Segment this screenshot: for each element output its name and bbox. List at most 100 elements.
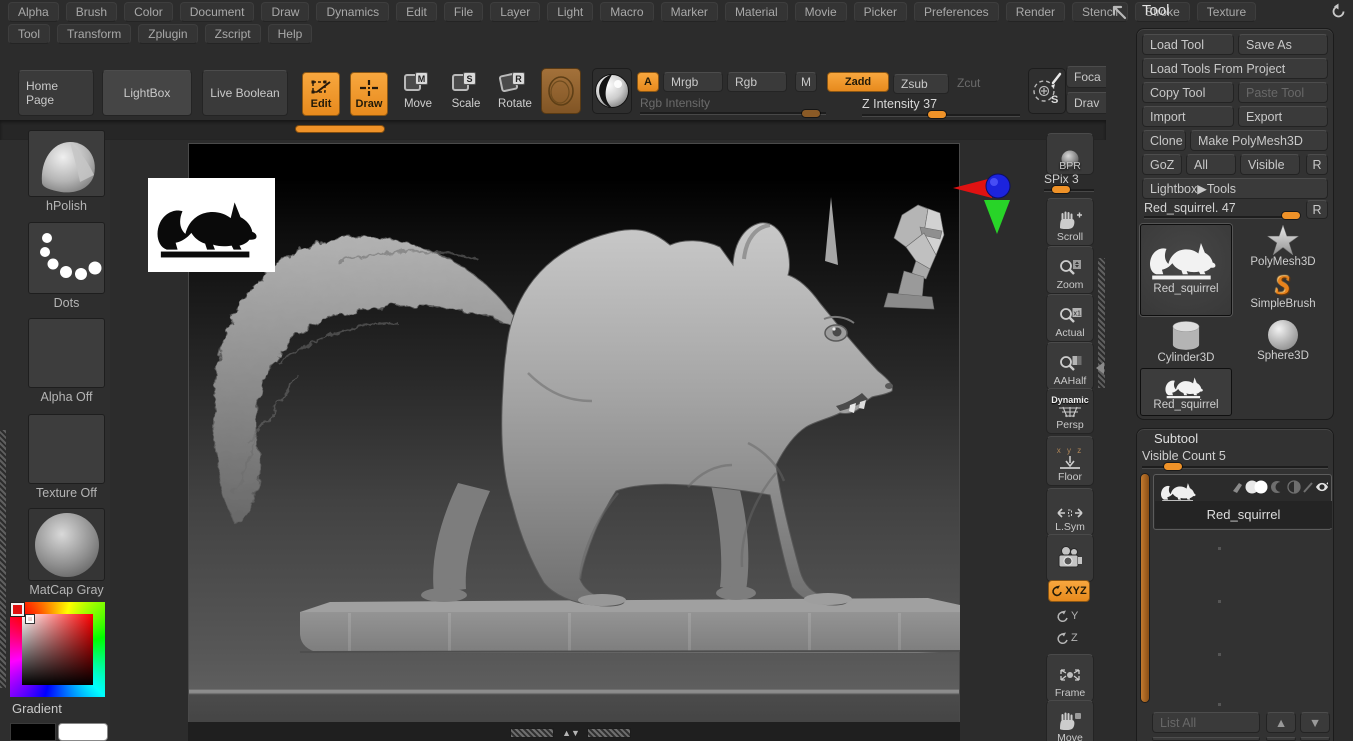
- canvas-hscroll-right[interactable]: [587, 728, 631, 738]
- tool-item-red-squirrel-2[interactable]: Red_squirrel: [1140, 368, 1232, 416]
- floor-button[interactable]: x y z Floor: [1046, 436, 1094, 486]
- m-toggle[interactable]: M: [795, 72, 817, 92]
- menu-light[interactable]: Light: [547, 2, 594, 22]
- rgb-intensity-handle[interactable]: [802, 110, 820, 117]
- menu-zplugin[interactable]: Zplugin: [138, 24, 198, 44]
- clone-button[interactable]: Clone: [1142, 130, 1186, 151]
- tool-item-red-squirrel[interactable]: Red_squirrel: [1140, 224, 1232, 316]
- goz-visible-button[interactable]: Visible: [1240, 154, 1300, 175]
- lightbox-button[interactable]: LightBox: [102, 70, 192, 116]
- menu-preferences[interactable]: Preferences: [913, 2, 999, 22]
- menu-edit[interactable]: Edit: [396, 2, 437, 22]
- gizmo-y-arrow[interactable]: [984, 200, 1010, 234]
- merge-circle2-icon[interactable]: [1254, 480, 1268, 494]
- scroll-up-arrow[interactable]: ▲: [562, 728, 571, 738]
- local-camera-button[interactable]: [1046, 534, 1094, 582]
- secondary-color-swatch[interactable]: [10, 723, 56, 741]
- scale-mode-button[interactable]: S Scale: [448, 72, 484, 116]
- focal-shift-clipped[interactable]: Foca: [1066, 66, 1106, 88]
- a-toggle[interactable]: A: [637, 72, 659, 92]
- subtool-row-selected[interactable]: Red_squirrel: [1153, 474, 1332, 530]
- menu-alpha[interactable]: Alpha: [8, 2, 59, 22]
- tool-slider-track[interactable]: [1144, 216, 1300, 218]
- draw-size-clipped[interactable]: Drav: [1066, 92, 1106, 114]
- move-canvas-button[interactable]: Move: [1046, 700, 1094, 741]
- divider-accent-handle[interactable]: [295, 125, 385, 133]
- gutter-collapse-arrow[interactable]: [1096, 362, 1104, 374]
- scene-3d[interactable]: [188, 143, 960, 722]
- menu-zscript[interactable]: Zscript: [204, 24, 261, 44]
- color-picker[interactable]: [10, 602, 105, 697]
- visible-count-handle[interactable]: [1164, 463, 1182, 470]
- scroll-down-arrow[interactable]: ▼: [571, 728, 580, 738]
- menu-document[interactable]: Document: [179, 2, 255, 22]
- squirrel-body[interactable]: [501, 222, 893, 607]
- current-color-swatch[interactable]: [11, 603, 24, 616]
- load-tool-button[interactable]: Load Tool: [1142, 34, 1234, 55]
- spix-handle[interactable]: [1052, 186, 1070, 193]
- color-picker-sv-square[interactable]: [22, 614, 93, 685]
- zoom-button[interactable]: Zoom: [1046, 246, 1094, 294]
- material-thumbnail-matcap-gray[interactable]: [28, 508, 105, 581]
- zsub-toggle[interactable]: Zsub: [893, 74, 949, 94]
- stroke-thumbnail-dots[interactable]: [28, 222, 105, 294]
- mrgb-toggle[interactable]: Mrgb: [663, 72, 723, 92]
- copy-tool-button[interactable]: Copy Tool: [1142, 82, 1234, 103]
- primary-color-swatch[interactable]: [58, 723, 108, 741]
- subtool-scrollbar[interactable]: [1141, 474, 1149, 702]
- color-picker-cursor[interactable]: [26, 615, 34, 623]
- menu-help[interactable]: Help: [267, 24, 313, 44]
- tool-item-sphere3d[interactable]: Sphere3D: [1236, 320, 1330, 366]
- z-intensity-handle[interactable]: [928, 111, 946, 118]
- difference-icon[interactable]: [1271, 481, 1286, 493]
- tool-item-cylinder3d[interactable]: Cylinder3D: [1140, 320, 1232, 366]
- paste-tool-button[interactable]: Paste Tool: [1238, 82, 1328, 103]
- live-boolean-button[interactable]: Live Boolean: [202, 70, 288, 116]
- draw-mode-button[interactable]: Draw: [350, 72, 388, 116]
- orientation-gizmo[interactable]: [948, 170, 1014, 238]
- visibility-eye-icon[interactable]: [1316, 482, 1328, 492]
- load-tools-from-project-button[interactable]: Load Tools From Project: [1142, 58, 1328, 79]
- export-button[interactable]: Export: [1238, 106, 1328, 127]
- menu-texture[interactable]: Texture: [1196, 2, 1257, 22]
- polypaint-brush-icon[interactable]: [1233, 483, 1242, 493]
- pen-icon[interactable]: [1303, 482, 1313, 493]
- menu-material[interactable]: Material: [724, 2, 788, 22]
- lsym-button[interactable]: L.Sym: [1046, 488, 1094, 536]
- make-polymesh3d-button[interactable]: Make PolyMesh3D: [1190, 130, 1328, 151]
- current-brush-preview[interactable]: [541, 68, 581, 114]
- gizmo-sphere[interactable]: [985, 173, 1011, 199]
- menu-dynamics[interactable]: Dynamics: [316, 2, 390, 22]
- list-all-button[interactable]: List All: [1152, 712, 1260, 733]
- lightbox-tools-button[interactable]: Lightbox▶Tools: [1142, 178, 1328, 199]
- picker-pointer-icon[interactable]: [1110, 3, 1130, 23]
- current-material-preview[interactable]: [592, 68, 632, 114]
- move-mode-button[interactable]: M Move: [400, 72, 436, 116]
- home-page-button[interactable]: Home Page: [18, 70, 94, 116]
- tool-item-polymesh3d[interactable]: PolyMesh3D: [1236, 224, 1330, 270]
- dynamic-persp-button[interactable]: Dynamic Persp: [1046, 388, 1094, 434]
- canvas-hscroll-left[interactable]: [510, 728, 554, 738]
- save-as-button[interactable]: Save As: [1238, 34, 1328, 55]
- menu-marker[interactable]: Marker: [660, 2, 718, 22]
- tool-slider-handle[interactable]: [1282, 212, 1300, 219]
- zcut-toggle[interactable]: Zcut: [957, 76, 980, 90]
- canvas-scroll-arrows[interactable]: ▲▼: [558, 727, 584, 739]
- goz-r-button[interactable]: R: [1306, 154, 1328, 175]
- symmetry-brush-button[interactable]: S: [1028, 68, 1066, 114]
- left-tray-scrollbar[interactable]: [0, 430, 6, 688]
- rgb-toggle[interactable]: Rgb: [727, 72, 787, 92]
- menu-macro[interactable]: Macro: [600, 2, 654, 22]
- subtool-up-button[interactable]: ▲: [1266, 712, 1296, 733]
- rotate-y-button[interactable]: Y: [1056, 606, 1084, 626]
- menu-draw[interactable]: Draw: [261, 2, 310, 22]
- brush-thumbnail-hpolish[interactable]: [28, 130, 105, 197]
- menu-tool[interactable]: Tool: [8, 24, 51, 44]
- texture-thumbnail-off[interactable]: [28, 414, 105, 484]
- rotate-z-button[interactable]: Z: [1056, 628, 1084, 648]
- zadd-toggle[interactable]: Zadd: [827, 72, 889, 92]
- bpr-button[interactable]: BPR: [1046, 133, 1094, 175]
- menu-color[interactable]: Color: [124, 2, 173, 22]
- tool-slider-r-button[interactable]: R: [1306, 200, 1328, 219]
- rotate-mode-button[interactable]: R Rotate: [496, 72, 534, 116]
